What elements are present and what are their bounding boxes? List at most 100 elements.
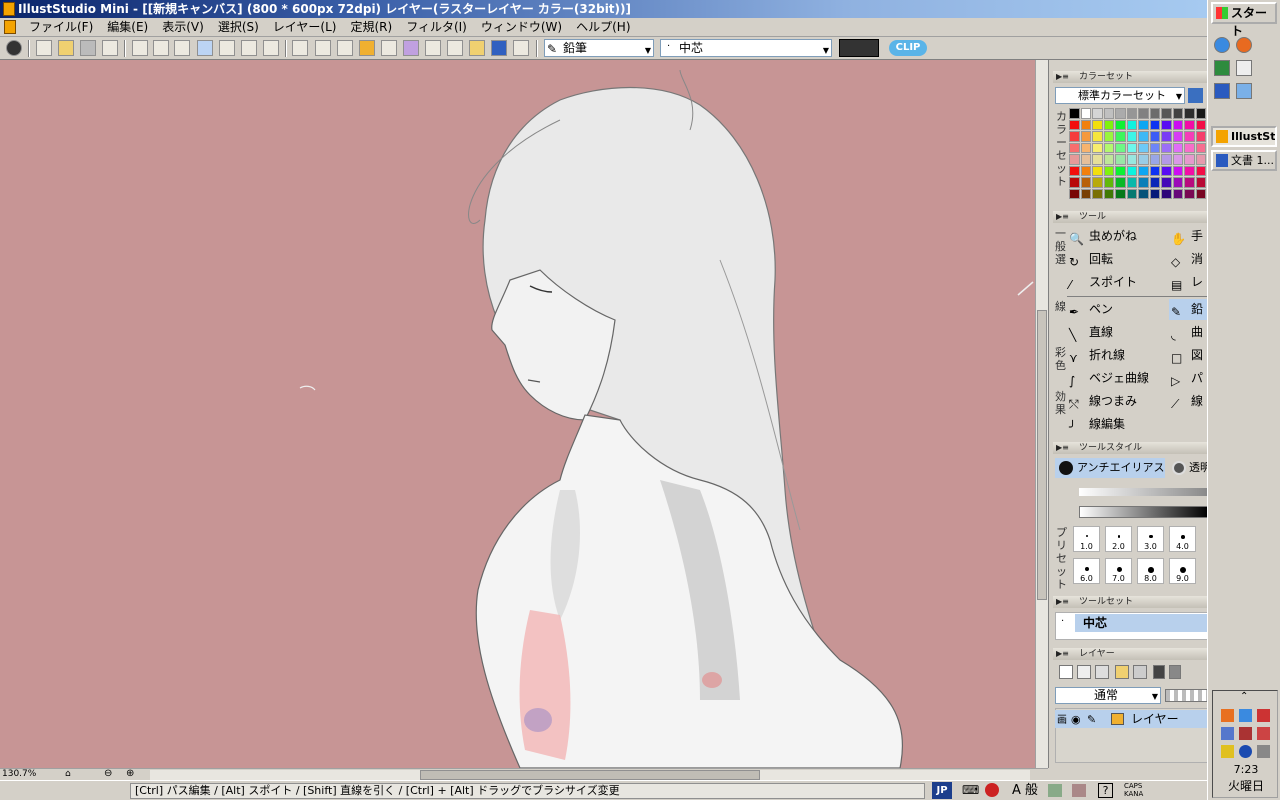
copy-icon[interactable] [153,40,169,56]
palette-swatch[interactable] [1069,154,1080,165]
transparent-option[interactable]: 透明 [1169,458,1207,478]
palette-swatch[interactable] [1115,165,1126,176]
palette-swatch[interactable] [1149,188,1160,199]
toolset-header[interactable]: ▶≡ ツールセット [1053,596,1207,608]
clock[interactable]: 7:23 [1213,763,1279,776]
brush-preset[interactable]: 9.0 [1169,558,1196,584]
palette-swatch[interactable] [1080,154,1091,165]
palette-swatch[interactable] [1161,119,1172,130]
tray-display-icon[interactable] [1257,745,1270,758]
tool-eraser[interactable]: ◇ 消 [1169,249,1207,270]
excel-icon[interactable] [1214,60,1230,76]
brush-select[interactable]: · 中芯 ▼ [660,39,832,57]
vertical-scrollbar[interactable] [1035,60,1048,768]
palette-swatch[interactable] [1195,119,1206,130]
tool-pen[interactable]: ✒ ペン [1067,299,1167,320]
tool-group-line[interactable]: 線 [1054,300,1067,313]
start-button[interactable]: スタート [1211,2,1277,38]
palette-swatch[interactable] [1092,165,1103,176]
firefox-icon[interactable] [1236,37,1252,53]
brush-preset[interactable]: 8.0 [1137,558,1164,584]
palette-swatch[interactable] [1138,131,1149,142]
palette-swatch[interactable] [1126,188,1137,199]
panels-icon[interactable] [447,40,463,56]
layer-folder-icon[interactable] [1115,665,1129,679]
palette-swatch[interactable] [1115,119,1126,130]
menu-edit[interactable]: 編集(E) [100,18,155,36]
palette-swatch[interactable] [1138,165,1149,176]
drawing-canvas[interactable] [0,60,1035,768]
tool-straight-line[interactable]: ╲ 直線 [1067,322,1167,343]
save-icon[interactable] [80,40,96,56]
palette-swatch[interactable] [1103,188,1114,199]
palette-swatch[interactable] [1161,165,1172,176]
tray-offline-icon[interactable] [1257,727,1270,740]
cut-icon[interactable] [132,40,148,56]
ime-mode[interactable]: A 般 [1012,783,1038,799]
palette-swatch[interactable] [1161,188,1172,199]
palette-swatch[interactable] [1069,131,1080,142]
brush-preset[interactable]: 6.0 [1073,558,1100,584]
tool-line-edit[interactable]: ╯ 線編集 [1067,414,1167,435]
tool-group-general[interactable]: 一般選 [1054,227,1067,266]
tool-path[interactable]: ▷ パ [1169,368,1207,389]
home-icon[interactable]: ⌂ [65,769,71,779]
palette-swatch[interactable] [1195,142,1206,153]
explorer-icon[interactable] [1236,83,1252,99]
palette-swatch[interactable] [1184,119,1195,130]
palette-swatch[interactable] [1149,154,1160,165]
tool-shape[interactable]: □ 図 [1169,345,1207,366]
palette-swatch[interactable] [1126,119,1137,130]
palette-swatch[interactable] [1195,165,1206,176]
antialias-option[interactable]: アンチエイリアス [1055,458,1165,478]
tool-line-width[interactable]: ⟋ 線 [1169,391,1207,412]
palette-swatch[interactable] [1103,177,1114,188]
curve-icon[interactable] [337,40,353,56]
palette-swatch[interactable] [1080,165,1091,176]
lock-icon[interactable] [1153,665,1165,679]
palette-swatch[interactable] [1172,188,1183,199]
palette-icon[interactable] [403,40,419,56]
chrome-icon[interactable] [1214,37,1230,53]
palette-swatch[interactable] [1149,165,1160,176]
palette-swatch[interactable] [1115,177,1126,188]
clear-icon[interactable] [197,40,213,56]
palette-swatch[interactable] [1149,177,1160,188]
palette-swatch[interactable] [1092,177,1103,188]
brush-preset[interactable]: 3.0 [1137,526,1164,552]
palette-swatch[interactable] [1126,154,1137,165]
tools-header[interactable]: ▶≡ ツール [1053,211,1207,223]
eye-icon[interactable]: ◉ [1071,711,1081,729]
palette-swatch[interactable] [1126,108,1137,119]
tool-zoom[interactable]: 🔍 虫めがね [1067,226,1167,247]
dictionary-icon[interactable] [1072,784,1086,797]
palette-swatch[interactable] [1115,188,1126,199]
brush-preset[interactable]: 4.0 [1169,526,1196,552]
palette-swatch[interactable] [1149,119,1160,130]
palette-swatch[interactable] [1138,142,1149,153]
layer-icon[interactable] [292,40,308,56]
save-as-icon[interactable] [102,40,118,56]
palette-swatch[interactable] [1195,188,1206,199]
palette-swatch[interactable] [1184,177,1195,188]
palette-swatch[interactable] [1069,177,1080,188]
palette-swatch[interactable] [1115,108,1126,119]
palette-swatch[interactable] [1080,177,1091,188]
palette-swatch[interactable] [1126,131,1137,142]
toolset-item[interactable]: 中芯 [1075,614,1207,632]
toolstyle-header[interactable]: ▶≡ ツールスタイル [1053,442,1207,454]
undo-icon[interactable] [219,40,235,56]
duplicate-layer-icon[interactable] [1095,665,1109,679]
tool-group-effect[interactable]: 効果 [1054,390,1067,416]
palette-swatch[interactable] [1138,108,1149,119]
palette-swatch[interactable] [1172,154,1183,165]
layer-opacity-slider[interactable] [1165,689,1207,702]
palette-swatch[interactable] [1103,142,1114,153]
palette-swatch[interactable] [1080,188,1091,199]
delete-layer-icon[interactable] [1133,665,1147,679]
palette-swatch[interactable] [1069,142,1080,153]
brush-preset[interactable]: 1.0 [1073,526,1100,552]
menu-file[interactable]: ファイル(F) [22,18,100,36]
palette-swatch[interactable] [1138,154,1149,165]
tool-pencil[interactable]: ✎ 鉛 [1169,299,1207,320]
